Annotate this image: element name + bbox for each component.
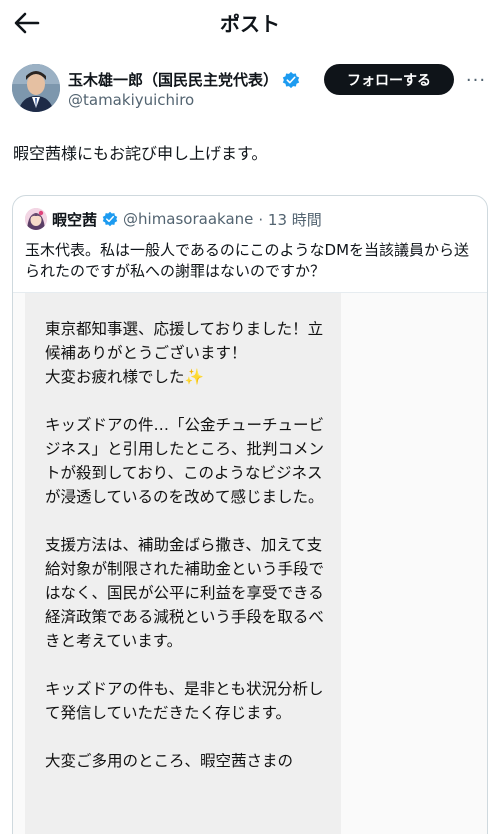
author-handle[interactable]: @tamakiyuichiro	[68, 91, 194, 109]
dm-paragraph: 東京都知事選、応援しておりました！立候補ありがとうございます！ 大変お疲れ様でし…	[45, 320, 324, 386]
avatar-image	[12, 64, 60, 112]
dm-paragraph: 支援方法は、補助金ばら撒き、加えて支給対象が制限された補助金という手段ではなく、…	[45, 536, 325, 650]
dm-screenshot-image[interactable]: 東京都知事選、応援しておりました！立候補ありがとうございます！ 大変お疲れ様でし…	[13, 293, 487, 834]
author-row: 玉木雄一郎（国民民主党代表） @tamakiyuichiro フォローする ··…	[12, 64, 488, 114]
quote-author-handle: @himasoraakane	[123, 210, 254, 228]
author-name[interactable]: 玉木雄一郎（国民民主党代表）	[68, 69, 278, 90]
page-title: ポスト	[220, 12, 280, 36]
dm-paragraph: キッズドアの件も、是非とも状況分析して発信していただきたく存じます。	[45, 680, 324, 722]
quote-avatar	[25, 208, 47, 230]
follow-button[interactable]: フォローする	[324, 64, 454, 95]
more-icon[interactable]: ···	[464, 70, 488, 91]
verified-badge-icon	[282, 71, 300, 88]
dm-paragraph: キッズドアの件…「公金チューチュービジネス」と引用したところ、批判コメントが殺到…	[45, 416, 325, 506]
top-bar: ポスト	[0, 0, 500, 46]
quote-author-name: 暇空茜	[52, 210, 98, 229]
dm-message-text: 東京都知事選、応援しておりました！立候補ありがとうございます！ 大変お疲れ様でし…	[45, 317, 335, 797]
quote-avatar-image	[25, 208, 47, 230]
tweet-text: 暇空茜様にもお詫び申し上げます。	[13, 144, 268, 163]
dm-paragraph: 大変ご多用のところ、暇空茜さまの	[45, 752, 294, 770]
dm-message-bubble: 東京都知事選、応援しておりました！立候補ありがとうございます！ 大変お疲れ様でし…	[25, 293, 341, 834]
avatar[interactable]	[12, 64, 60, 112]
quote-timestamp: · 13 時間	[258, 210, 322, 229]
verified-badge-icon	[102, 211, 118, 227]
quote-text: 玉木代表。私は一般人であるのにこのようなDMを当該議員から送られたのですが私への…	[25, 241, 470, 280]
quoted-post[interactable]: 暇空茜 @himasoraakane · 13 時間 玉木代表。私は一般人である…	[12, 195, 488, 834]
